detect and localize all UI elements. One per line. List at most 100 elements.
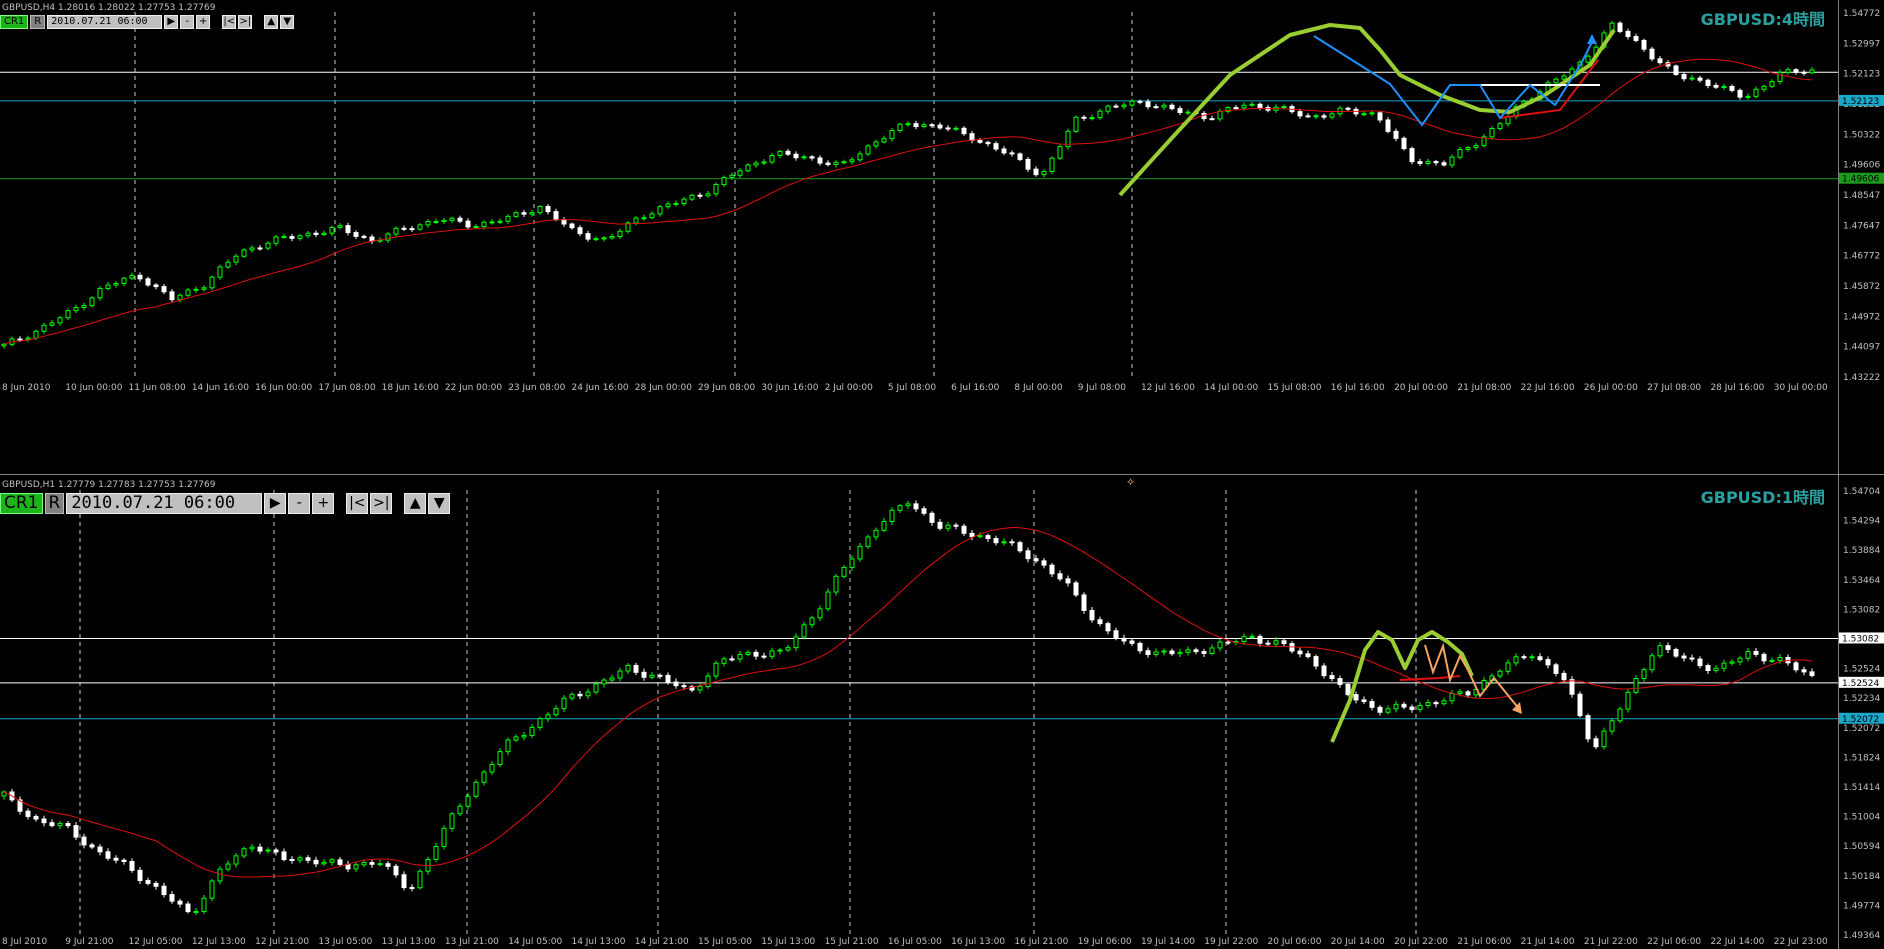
candle-body bbox=[89, 844, 95, 848]
candle-body bbox=[1673, 65, 1679, 75]
candle-body bbox=[1209, 118, 1215, 121]
candle-body bbox=[1673, 649, 1679, 657]
scroll-down-button[interactable]: ▼ bbox=[280, 15, 295, 29]
scroll-down-button[interactable]: ▼ bbox=[428, 493, 451, 514]
h4-chart-panel[interactable]: 1.547721.529971.521231.512221.503221.496… bbox=[0, 9, 1884, 393]
time-axis-label: 10 Jun 00:00 bbox=[65, 383, 122, 393]
h4-watermark: GBPUSD:4時間 bbox=[1701, 10, 1825, 29]
candle-body bbox=[297, 857, 303, 861]
candle-body bbox=[905, 123, 911, 126]
candle-body bbox=[1425, 702, 1431, 706]
scroll-up-button[interactable]: ▲ bbox=[404, 493, 427, 514]
candle-body bbox=[193, 910, 199, 913]
candle-body bbox=[1137, 100, 1143, 103]
candle-body bbox=[1401, 703, 1407, 708]
candle-body bbox=[849, 558, 855, 568]
candle-body bbox=[1145, 101, 1151, 108]
scroll-up-button[interactable]: ▲ bbox=[264, 15, 279, 29]
candle-body bbox=[345, 225, 351, 234]
candle-body bbox=[993, 538, 999, 544]
candle-body bbox=[1681, 655, 1687, 659]
plus-button[interactable]: + bbox=[312, 493, 335, 514]
last-bar-button[interactable]: >| bbox=[238, 15, 253, 29]
price-axis-label: 1.52524 bbox=[1843, 665, 1880, 675]
candle-body bbox=[1161, 104, 1167, 108]
candle-body bbox=[921, 508, 927, 514]
candle-body bbox=[721, 658, 727, 664]
r-button[interactable]: R bbox=[30, 15, 46, 29]
candle-body bbox=[1121, 637, 1127, 642]
time-axis-label: 14 Jul 21:00 bbox=[635, 937, 689, 947]
candle-body bbox=[481, 771, 487, 783]
time-axis-label: 20 Jul 14:00 bbox=[1331, 937, 1385, 947]
candle-body bbox=[1369, 112, 1375, 115]
first-bar-button[interactable]: |< bbox=[222, 15, 237, 29]
candle-body bbox=[185, 289, 191, 296]
candle-body bbox=[1393, 703, 1399, 710]
candle-body bbox=[465, 220, 471, 228]
candle-body bbox=[153, 882, 159, 887]
candle-body bbox=[1353, 694, 1359, 701]
price-axis-label: 1.51004 bbox=[1843, 813, 1880, 823]
h1-chart-panel[interactable]: 1.547041.542941.538841.534641.530821.526… bbox=[0, 487, 1884, 947]
candle-body bbox=[585, 691, 591, 697]
next-button[interactable]: ▶ bbox=[164, 15, 179, 29]
candle-body bbox=[201, 897, 207, 912]
candle-body bbox=[641, 671, 647, 678]
time-axis-label: 16 Jul 05:00 bbox=[888, 937, 942, 947]
time-axis-label: 8 Jul 00:00 bbox=[1014, 383, 1063, 393]
cr1-tag[interactable]: CR1 bbox=[0, 15, 29, 29]
trend-curve-drawing[interactable] bbox=[1118, 23, 1616, 197]
minus-button[interactable]: - bbox=[180, 15, 195, 29]
candle-body bbox=[953, 127, 959, 130]
candle-body bbox=[41, 818, 47, 824]
candle-body bbox=[593, 238, 599, 241]
chart-shift-marker-icon[interactable]: ⟡ bbox=[1127, 475, 1134, 488]
candle-body bbox=[913, 503, 919, 510]
time-axis-label: 21 Jul 22:00 bbox=[1584, 937, 1638, 947]
candle-body bbox=[1801, 71, 1807, 74]
candle-body bbox=[457, 217, 463, 222]
time-axis-label: 20 Jul 06:00 bbox=[1268, 937, 1322, 947]
time-axis-label: 12 Jul 21:00 bbox=[255, 937, 309, 947]
datetime-field[interactable]: 2010.07.21 06:00 bbox=[47, 15, 163, 29]
candle-body bbox=[81, 305, 87, 309]
r-button[interactable]: R bbox=[44, 493, 65, 514]
chart-area[interactable]: 1.547721.529971.521231.512221.503221.496… bbox=[0, 0, 1884, 949]
candle-body bbox=[689, 194, 695, 200]
plus-button[interactable]: + bbox=[196, 15, 211, 29]
time-axis-label: 30 Jun 16:00 bbox=[761, 383, 818, 393]
minus-button[interactable]: - bbox=[288, 493, 311, 514]
cr1-tag[interactable]: CR1 bbox=[0, 493, 43, 514]
candle-body bbox=[417, 224, 423, 230]
last-bar-button[interactable]: >| bbox=[370, 493, 393, 514]
candle-body bbox=[105, 851, 111, 859]
candle-body bbox=[729, 658, 735, 661]
price-axis-label: 1.51824 bbox=[1843, 753, 1880, 763]
candle-body bbox=[409, 228, 415, 231]
candle-body bbox=[1761, 85, 1767, 90]
time-axis-label: 11 Jun 08:00 bbox=[129, 383, 186, 393]
candle-body bbox=[961, 127, 967, 135]
first-bar-button[interactable]: |< bbox=[346, 493, 369, 514]
candle-body bbox=[681, 198, 687, 204]
candle-body bbox=[985, 535, 991, 540]
trend-curve-drawing[interactable] bbox=[1330, 630, 1474, 743]
candle-body bbox=[321, 232, 327, 235]
candle-body bbox=[841, 566, 847, 577]
candle-body bbox=[425, 221, 431, 226]
candle-body bbox=[553, 211, 559, 221]
datetime-field[interactable]: 2010.07.21 06:00 bbox=[66, 493, 263, 514]
time-axis-label: 13 Jul 13:00 bbox=[382, 937, 436, 947]
candle-body bbox=[1385, 119, 1391, 132]
candle-body bbox=[1337, 678, 1343, 685]
time-axis-label: 23 Jun 08:00 bbox=[508, 383, 565, 393]
candle-body bbox=[1689, 77, 1695, 80]
candle-body bbox=[905, 503, 911, 507]
time-axis-label: 19 Jul 22:00 bbox=[1204, 937, 1258, 947]
candle-body bbox=[1497, 670, 1503, 677]
candle-body bbox=[1761, 653, 1767, 662]
candle-body bbox=[745, 164, 751, 172]
candle-body bbox=[1329, 113, 1335, 118]
next-button[interactable]: ▶ bbox=[264, 493, 287, 514]
